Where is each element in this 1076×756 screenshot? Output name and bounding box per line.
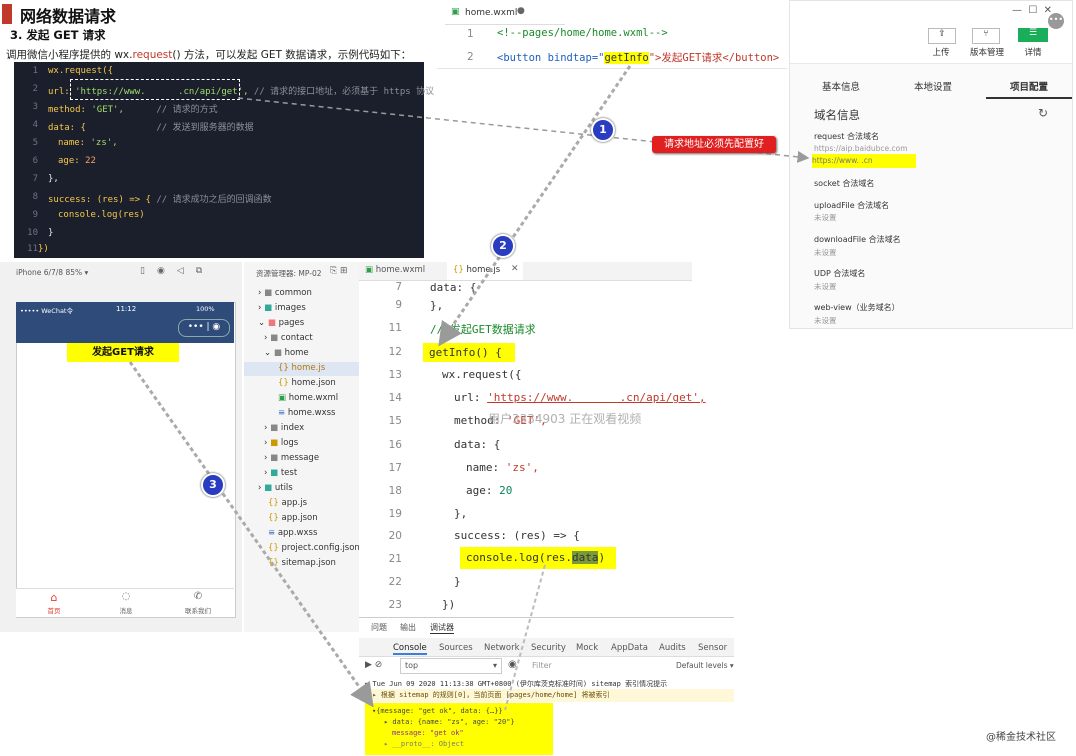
callout-label: 请求地址必须先配置好 — [652, 136, 776, 153]
arrow-2 — [438, 65, 632, 347]
footer-brand: @稀金技术社区 — [986, 732, 1056, 743]
annotation-arrows — [128, 65, 810, 711]
arrow-4 — [504, 564, 546, 711]
step-badge-3: 3 — [201, 473, 225, 497]
step-badge-2: 2 — [491, 234, 515, 258]
arrow-3 — [128, 361, 374, 708]
step-badge-1: 1 — [591, 118, 615, 142]
